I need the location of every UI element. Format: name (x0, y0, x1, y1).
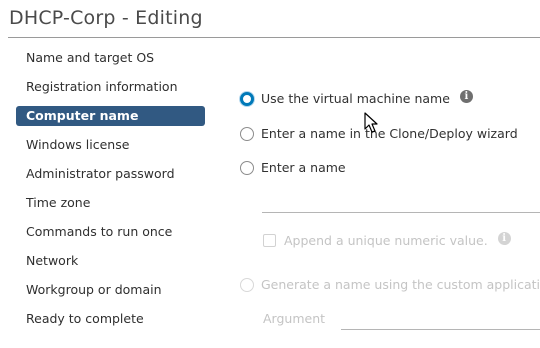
nav-item-label: Registration information (26, 79, 178, 94)
page-title: DHCP-Corp - Editing (9, 7, 203, 29)
option-append-numeric[interactable]: Append a unique numeric value. i (263, 232, 511, 248)
nav-item-label: Ready to complete (26, 311, 144, 326)
nav-item-label: Windows license (26, 137, 130, 152)
nav-item-name-and-target-os[interactable]: Name and target OS (16, 48, 206, 77)
nav-item-label: Commands to run once (26, 224, 173, 239)
option-label: Generate a name using the custom applica… (261, 277, 540, 292)
option-label: Enter a name (261, 160, 346, 175)
customization-spec-editor: DHCP-Corp - Editing Name and target OS R… (0, 0, 540, 348)
option-label: Enter a name in the Clone/Deploy wizard (261, 126, 518, 141)
title-divider (8, 37, 540, 38)
option-generate-custom[interactable]: Generate a name using the custom applica… (240, 277, 540, 292)
nav-item-label: Computer name (26, 108, 139, 123)
option-label: Append a unique numeric value. (284, 233, 488, 248)
wizard-steps-nav: Name and target OS Registration informat… (16, 48, 206, 338)
nav-item-computer-name[interactable]: Computer name (16, 106, 206, 135)
option-enter-name[interactable]: Enter a name (240, 160, 346, 175)
info-circle-icon[interactable]: i (497, 232, 511, 245)
argument-label: Argument (263, 311, 326, 326)
checkbox-append-numeric[interactable] (263, 234, 276, 247)
nav-item-label: Name and target OS (26, 50, 155, 65)
nav-item-ready-to-complete[interactable]: Ready to complete (16, 309, 206, 338)
radio-enter-in-wizard[interactable] (240, 126, 254, 141)
mouse-pointer-icon (364, 112, 378, 133)
option-use-vm-name[interactable]: Use the virtual machine name i (240, 90, 473, 106)
radio-use-vm-name[interactable] (240, 91, 254, 106)
nav-item-windows-license[interactable]: Windows license (16, 135, 206, 164)
nav-item-commands-to-run-once[interactable]: Commands to run once (16, 222, 206, 251)
nav-item-label: Workgroup or domain (26, 282, 162, 297)
name-input[interactable] (262, 212, 540, 213)
nav-item-time-zone[interactable]: Time zone (16, 193, 206, 222)
radio-enter-name[interactable] (240, 160, 254, 175)
argument-input[interactable] (341, 329, 540, 330)
radio-generate-custom[interactable] (240, 277, 254, 292)
nav-item-label: Network (26, 253, 79, 268)
nav-item-network[interactable]: Network (16, 251, 206, 280)
nav-item-workgroup-or-domain[interactable]: Workgroup or domain (16, 280, 206, 309)
info-circle-icon[interactable]: i (459, 90, 473, 103)
nav-item-registration-information[interactable]: Registration information (16, 77, 206, 106)
nav-item-administrator-password[interactable]: Administrator password (16, 164, 206, 193)
nav-item-label: Administrator password (26, 166, 175, 181)
nav-item-label: Time zone (26, 195, 91, 210)
option-label: Use the virtual machine name (261, 91, 450, 106)
